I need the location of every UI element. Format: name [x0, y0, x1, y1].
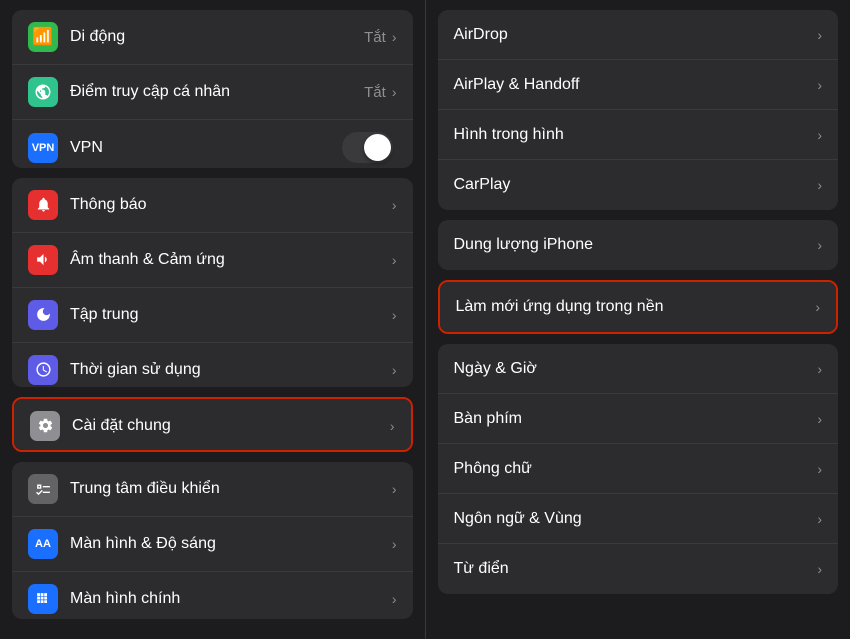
ngay-gio-row[interactable]: Ngày & Giờ › [438, 344, 839, 394]
man-hinh-do-sang-row[interactable]: AA Màn hình & Độ sáng › [12, 517, 413, 572]
am-thanh-icon [28, 245, 58, 275]
trung-tam-row[interactable]: Trung tâm điều khiển › [12, 462, 413, 517]
man-hinh-chinh-row[interactable]: Màn hình chính › [12, 572, 413, 619]
am-thanh-chevron: › [392, 252, 397, 268]
dung-luong-row[interactable]: Dung lượng iPhone › [438, 220, 839, 270]
airdrop-chevron: › [817, 27, 822, 43]
di-dong-value: Tắt [364, 29, 386, 46]
diem-truy-cap-value: Tắt [364, 84, 386, 101]
thoi-gian-chevron: › [392, 362, 397, 378]
di-dong-row[interactable]: 📶 Di động Tắt › [12, 10, 413, 65]
ban-phim-chevron: › [817, 411, 822, 427]
ngon-ngu-chevron: › [817, 511, 822, 527]
trung-tam-label: Trung tâm điều khiển [70, 480, 392, 498]
diem-truy-cap-icon [28, 77, 58, 107]
phong-chu-chevron: › [817, 461, 822, 477]
man-hinh-chinh-label: Màn hình chính [70, 590, 392, 608]
tap-trung-icon [28, 300, 58, 330]
man-hinh-do-sang-icon: AA [28, 529, 58, 559]
man-hinh-chinh-chevron: › [392, 591, 397, 607]
tap-trung-label: Tập trung [70, 306, 392, 324]
thong-bao-row[interactable]: Thông báo › [12, 178, 413, 233]
tu-dien-label: Từ điển [454, 560, 818, 578]
left-panel: 📶 Di động Tắt › Điểm truy cập cá nhân Tắ… [0, 0, 426, 639]
diem-truy-cap-chevron: › [392, 84, 397, 100]
diem-truy-cap-label: Điểm truy cập cá nhân [70, 83, 364, 101]
bottom-settings-group: Trung tâm điều khiển › AA Màn hình & Độ … [12, 462, 413, 619]
man-hinh-do-sang-label: Màn hình & Độ sáng [70, 535, 392, 553]
vpn-label: VPN [70, 139, 342, 157]
cai-dat-chung-highlighted: Cài đặt chung › [12, 397, 413, 453]
trung-tam-chevron: › [392, 481, 397, 497]
ban-phim-row[interactable]: Bàn phím › [438, 394, 839, 444]
right-group-1: AirDrop › AirPlay & Handoff › Hình trong… [438, 10, 839, 210]
cai-dat-chung-row[interactable]: Cài đặt chung › [14, 399, 411, 453]
lam-moi-highlighted: Làm mới ứng dụng trong nền › [438, 280, 839, 334]
airplay-handoff-row[interactable]: AirPlay & Handoff › [438, 60, 839, 110]
tap-trung-row[interactable]: Tập trung › [12, 288, 413, 343]
top-settings-group: 📶 Di động Tắt › Điểm truy cập cá nhân Tắ… [12, 10, 413, 168]
airdrop-row[interactable]: AirDrop › [438, 10, 839, 60]
hinh-trong-hinh-label: Hình trong hình [454, 126, 818, 144]
am-thanh-label: Âm thanh & Cảm ứng [70, 251, 392, 269]
hinh-trong-hinh-row[interactable]: Hình trong hình › [438, 110, 839, 160]
dung-luong-label: Dung lượng iPhone [454, 236, 818, 254]
right-group-2: Dung lượng iPhone › [438, 220, 839, 270]
thoi-gian-label: Thời gian sử dụng [70, 361, 392, 379]
tu-dien-row[interactable]: Từ điển › [438, 544, 839, 594]
man-hinh-chinh-icon [28, 584, 58, 614]
vpn-toggle[interactable] [342, 132, 393, 163]
cai-dat-chung-chevron: › [390, 418, 395, 434]
am-thanh-row[interactable]: Âm thanh & Cảm ứng › [12, 233, 413, 288]
middle-settings-group: Thông báo › Âm thanh & Cảm ứng › Tập tru… [12, 178, 413, 387]
ban-phim-label: Bàn phím [454, 410, 818, 428]
phong-chu-label: Phông chữ [454, 460, 818, 478]
carplay-row[interactable]: CarPlay › [438, 160, 839, 210]
vpn-row[interactable]: VPN VPN [12, 120, 413, 168]
di-dong-icon: 📶 [28, 22, 58, 52]
ngay-gio-chevron: › [817, 361, 822, 377]
vpn-icon: VPN [28, 133, 58, 163]
thoi-gian-icon [28, 355, 58, 385]
man-hinh-do-sang-chevron: › [392, 536, 397, 552]
thong-bao-icon [28, 190, 58, 220]
airplay-handoff-label: AirPlay & Handoff [454, 76, 818, 94]
di-dong-chevron: › [392, 29, 397, 45]
carplay-label: CarPlay [454, 176, 818, 194]
cai-dat-chung-icon [30, 411, 60, 441]
lam-moi-label: Làm mới ứng dụng trong nền [456, 298, 816, 316]
tap-trung-chevron: › [392, 307, 397, 323]
hinh-trong-hinh-chevron: › [817, 127, 822, 143]
ngay-gio-label: Ngày & Giờ [454, 360, 818, 378]
phong-chu-row[interactable]: Phông chữ › [438, 444, 839, 494]
thong-bao-label: Thông báo [70, 196, 392, 214]
airdrop-label: AirDrop [454, 26, 818, 44]
lam-moi-row[interactable]: Làm mới ứng dụng trong nền › [440, 282, 837, 332]
dung-luong-chevron: › [817, 237, 822, 253]
thoi-gian-row[interactable]: Thời gian sử dụng › [12, 343, 413, 387]
right-group-4: Ngày & Giờ › Bàn phím › Phông chữ › Ngôn… [438, 344, 839, 594]
ngon-ngu-row[interactable]: Ngôn ngữ & Vùng › [438, 494, 839, 544]
cai-dat-chung-label: Cài đặt chung [72, 417, 390, 435]
carplay-chevron: › [817, 177, 822, 193]
di-dong-label: Di động [70, 28, 364, 46]
ngon-ngu-label: Ngôn ngữ & Vùng [454, 510, 818, 528]
trung-tam-icon [28, 474, 58, 504]
right-panel: AirDrop › AirPlay & Handoff › Hình trong… [426, 0, 850, 639]
diem-truy-cap-row[interactable]: Điểm truy cập cá nhân Tắt › [12, 65, 413, 120]
tu-dien-chevron: › [817, 561, 822, 577]
airplay-handoff-chevron: › [817, 77, 822, 93]
lam-moi-chevron: › [815, 299, 820, 315]
thong-bao-chevron: › [392, 197, 397, 213]
